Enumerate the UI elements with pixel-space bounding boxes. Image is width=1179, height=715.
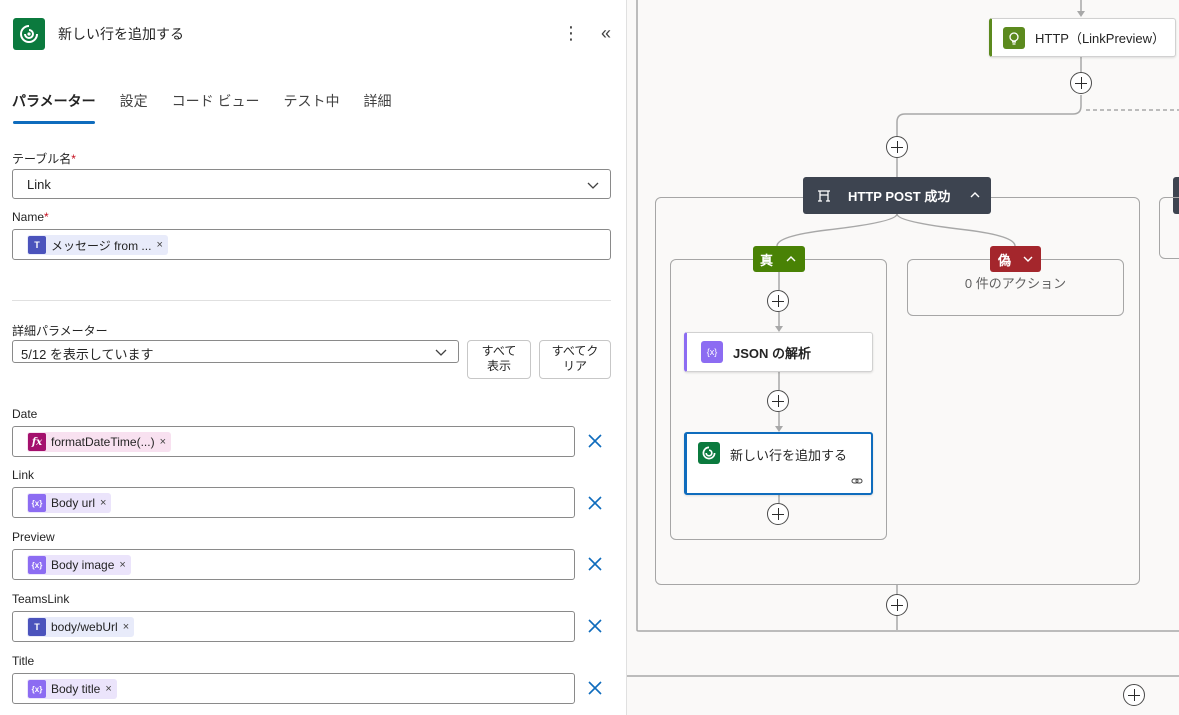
dynamic-content-token[interactable]: {x} Body url ×: [27, 493, 112, 513]
table-name-select[interactable]: Link: [12, 169, 611, 199]
delete-parameter-icon[interactable]: [586, 494, 604, 512]
chevron-down-icon: [435, 349, 447, 356]
add-step-button[interactable]: [1070, 72, 1092, 94]
add-step-button[interactable]: [886, 594, 908, 616]
condition-icon: [818, 189, 830, 202]
param-label-preview: Preview: [12, 530, 55, 544]
http-bulb-icon: [1003, 26, 1025, 49]
clear-all-button[interactable]: すべてク リア: [539, 340, 611, 379]
chevron-up-icon: [786, 256, 796, 262]
http-linkpreview-node[interactable]: HTTP（LinkPreview）: [989, 18, 1176, 57]
title-field[interactable]: {x} Body title ×: [12, 673, 575, 704]
add-step-button[interactable]: [767, 503, 789, 525]
variable-icon: {x}: [701, 341, 723, 363]
dataverse-icon: [698, 442, 720, 464]
section-divider: [12, 300, 611, 301]
false-branch-header[interactable]: 偽: [990, 246, 1041, 272]
dynamic-content-token[interactable]: T メッセージ from ... ×: [27, 235, 168, 255]
remove-token-icon[interactable]: ×: [100, 497, 106, 509]
add-step-button[interactable]: [767, 290, 789, 312]
param-label-teamslink: TeamsLink: [12, 592, 70, 606]
flow-designer-canvas[interactable]: HTTP（LinkPreview） HTTP POST 成功 真 {x} JSO…: [627, 0, 1179, 715]
dynamic-content-token[interactable]: {x} Body title ×: [27, 679, 117, 699]
variable-icon: {x}: [28, 556, 46, 574]
remove-token-icon[interactable]: ×: [119, 559, 125, 571]
empty-branch-text: 0 件のアクション: [964, 276, 1067, 291]
true-branch-header[interactable]: 真: [753, 246, 805, 272]
remove-token-icon[interactable]: ×: [105, 683, 111, 695]
panel-tabs: パラメーター 設定 コード ビュー テスト中 詳細: [12, 90, 415, 124]
delete-parameter-icon[interactable]: [586, 432, 604, 450]
advanced-params-select[interactable]: 5/12 を表示しています: [12, 340, 459, 363]
param-label-date: Date: [12, 407, 38, 421]
dynamic-content-token[interactable]: {x} Body image ×: [27, 555, 131, 575]
chevron-down-icon: [1023, 256, 1033, 262]
add-row-node-selected[interactable]: 新しい行を追加する: [684, 432, 873, 495]
tab-details[interactable]: 詳細: [363, 90, 391, 124]
delete-parameter-icon[interactable]: [586, 617, 604, 635]
delete-parameter-icon[interactable]: [586, 555, 604, 573]
param-label-link: Link: [12, 468, 35, 482]
date-field[interactable]: fx formatDateTime(...) ×: [12, 426, 575, 457]
advanced-params-label: 詳細パラメーター: [12, 324, 108, 338]
panel-title: 新しい行を追加する: [58, 26, 184, 42]
add-step-button[interactable]: [767, 390, 789, 412]
teams-icon: T: [28, 236, 46, 254]
variable-icon: {x}: [28, 494, 46, 512]
tab-testing[interactable]: テスト中: [283, 90, 339, 124]
name-field[interactable]: T メッセージ from ... ×: [12, 229, 611, 260]
preview-field[interactable]: {x} Body image ×: [12, 549, 575, 580]
link-icon: [851, 478, 863, 484]
variable-icon: {x}: [28, 680, 46, 698]
function-icon: fx: [28, 433, 46, 451]
remove-token-icon[interactable]: ×: [123, 621, 129, 633]
more-options-icon[interactable]: ⋮: [562, 22, 580, 46]
parse-json-node[interactable]: {x} JSON の解析: [684, 332, 873, 372]
add-step-button[interactable]: [1123, 684, 1145, 706]
tab-code-view[interactable]: コード ビュー: [172, 90, 260, 124]
expression-token[interactable]: fx formatDateTime(...) ×: [27, 432, 172, 452]
dataverse-icon: [13, 18, 45, 50]
remove-token-icon[interactable]: ×: [160, 436, 166, 448]
tab-parameters[interactable]: パラメーター: [12, 90, 96, 124]
chevron-down-icon: [587, 182, 599, 189]
condition-header[interactable]: HTTP POST 成功: [803, 177, 991, 214]
table-name-value: Link: [27, 177, 51, 192]
collapse-panel-icon[interactable]: «: [596, 22, 616, 46]
link-field[interactable]: {x} Body url ×: [12, 487, 575, 518]
parallel-branch-box: [1159, 197, 1179, 259]
dynamic-content-token[interactable]: T body/webUrl ×: [27, 617, 135, 637]
teamslink-field[interactable]: T body/webUrl ×: [12, 611, 575, 642]
teams-icon: T: [28, 618, 46, 636]
tab-settings[interactable]: 設定: [120, 90, 148, 124]
delete-parameter-icon[interactable]: [586, 679, 604, 697]
action-details-panel: 新しい行を追加する ⋮ « パラメーター 設定 コード ビュー テスト中 詳細 …: [0, 0, 627, 715]
chevron-up-icon[interactable]: [969, 189, 981, 201]
name-label: Name*: [12, 210, 49, 224]
add-step-button[interactable]: [886, 136, 908, 158]
table-name-label: テーブル名*: [12, 152, 76, 166]
param-label-title: Title: [12, 654, 35, 668]
remove-token-icon[interactable]: ×: [156, 239, 162, 251]
show-all-button[interactable]: すべて 表示: [467, 340, 531, 379]
